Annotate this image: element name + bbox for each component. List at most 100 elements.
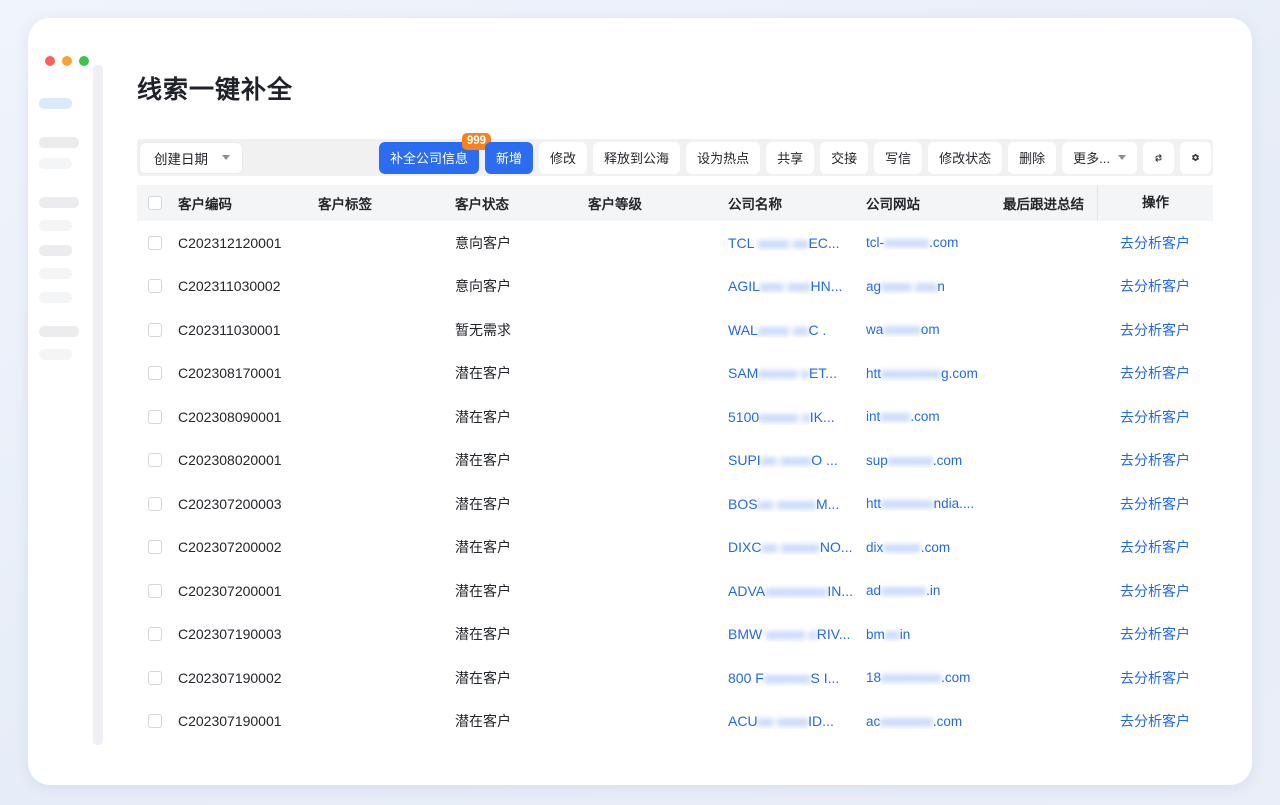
company-name-link[interactable]: AGILooo oooHN... xyxy=(728,278,866,294)
visible-text: BOS xyxy=(728,496,758,512)
company-website-link[interactable]: waoooooom xyxy=(866,322,1003,337)
company-website-link[interactable]: 18oooooooo.com xyxy=(866,670,1003,685)
action-cell: 去分析客户 xyxy=(1097,233,1213,253)
customer-code: C202311030002 xyxy=(178,278,318,294)
redacted-text: ooooo o xyxy=(766,626,817,642)
company-name-link[interactable]: ADVAooooooooIN... xyxy=(728,583,866,599)
minimize-window-button[interactable] xyxy=(62,56,72,66)
company-website-link[interactable]: tcl-oooooo.com xyxy=(866,235,1003,250)
analyze-customer-link[interactable]: 去分析客户 xyxy=(1120,496,1190,512)
sidebar-item[interactable] xyxy=(39,197,79,208)
row-checkbox[interactable] xyxy=(148,714,162,728)
toolbar-button[interactable]: 修改 xyxy=(539,142,587,174)
customer-code: C202307200003 xyxy=(178,496,318,512)
analyze-customer-link[interactable]: 去分析客户 xyxy=(1120,452,1190,468)
visible-text: 800 F xyxy=(728,670,764,686)
company-website-link[interactable]: bmooin xyxy=(866,627,1003,642)
company-name-link[interactable]: BOSoo oooooM... xyxy=(728,496,866,512)
company-name-link[interactable]: DIXCoo oooooNO... xyxy=(728,539,866,555)
row-checkbox[interactable] xyxy=(148,366,162,380)
sidebar-item[interactable] xyxy=(39,245,72,256)
analyze-customer-link[interactable]: 去分析客户 xyxy=(1120,365,1190,381)
company-website-link[interactable]: httooooooondia.... xyxy=(866,496,1003,511)
company-website-link[interactable]: agoooo ooon xyxy=(866,279,1003,294)
row-checkbox[interactable] xyxy=(148,540,162,554)
company-website-link[interactable]: httoooooooog.com xyxy=(866,366,1003,381)
complete-company-info-button[interactable]: 补全公司信息 999 xyxy=(379,142,479,174)
create-date-filter-dropdown[interactable]: 创建日期 xyxy=(139,142,243,174)
analyze-customer-link[interactable]: 去分析客户 xyxy=(1120,583,1190,599)
redacted-text: oooo ooo xyxy=(881,279,937,294)
select-all-checkbox[interactable] xyxy=(148,196,162,210)
row-checkbox[interactable] xyxy=(148,410,162,424)
company-website-link[interactable]: adoooooo.in xyxy=(866,583,1003,598)
visible-text: g.com xyxy=(941,366,978,381)
company-name-link[interactable]: 800 FooooooS I... xyxy=(728,670,866,686)
row-checkbox[interactable] xyxy=(148,584,162,598)
row-checkbox[interactable] xyxy=(148,236,162,250)
toolbar-button[interactable]: 删除 xyxy=(1008,142,1056,174)
row-checkbox[interactable] xyxy=(148,671,162,685)
company-name-link[interactable]: 5100ooooo oIK... xyxy=(728,409,866,425)
sync-icon-button[interactable] xyxy=(1143,142,1174,174)
complete-company-info-label: 补全公司信息 xyxy=(390,151,468,166)
row-checkbox[interactable] xyxy=(148,627,162,641)
toolbar-button[interactable]: 写信 xyxy=(874,142,922,174)
close-window-button[interactable] xyxy=(45,56,55,66)
toolbar-button[interactable]: 共享 xyxy=(766,142,814,174)
table-row: C202311030001暂无需求WALoooo ooC .waoooooom去… xyxy=(137,308,1213,352)
sidebar-item[interactable] xyxy=(39,326,79,337)
company-name-link[interactable]: BMW ooooo oRIV... xyxy=(728,626,866,642)
company-website-link[interactable]: supoooooo.com xyxy=(866,453,1003,468)
row-checkbox[interactable] xyxy=(148,323,162,337)
toolbar-button[interactable]: 释放到公海 xyxy=(593,142,680,174)
add-new-button[interactable]: 新增 xyxy=(485,142,533,174)
analyze-customer-link[interactable]: 去分析客户 xyxy=(1120,539,1190,555)
visible-text: SUPI xyxy=(728,452,761,468)
analyze-customer-link[interactable]: 去分析客户 xyxy=(1120,322,1190,338)
visible-text: .com xyxy=(941,670,970,685)
row-checkbox[interactable] xyxy=(148,279,162,293)
sidebar-item[interactable] xyxy=(39,158,72,169)
company-name-link[interactable]: SAMooooo oET... xyxy=(728,365,866,381)
analyze-customer-link[interactable]: 去分析客户 xyxy=(1120,278,1190,294)
row-checkbox[interactable] xyxy=(148,453,162,467)
analyze-customer-link[interactable]: 去分析客户 xyxy=(1120,235,1190,251)
company-name-link[interactable]: ACUoo ooooID... xyxy=(728,713,866,729)
visible-text: ndia.... xyxy=(934,496,975,511)
toolbar-button[interactable]: 修改状态 xyxy=(928,142,1002,174)
analyze-customer-link[interactable]: 去分析客户 xyxy=(1120,713,1190,729)
company-website-link[interactable]: acooooooo.com xyxy=(866,714,1003,729)
redacted-text: oooo oo xyxy=(758,235,809,251)
sidebar-item[interactable] xyxy=(39,349,72,360)
redacted-text: oooooooo xyxy=(765,583,827,599)
sidebar-divider xyxy=(93,65,103,745)
company-name-link[interactable]: TCL oooo ooEC... xyxy=(728,235,866,251)
sidebar-item[interactable] xyxy=(39,220,72,231)
toolbar-button[interactable]: 交接 xyxy=(820,142,868,174)
company-website-link[interactable]: dixooooo.com xyxy=(866,540,1003,555)
visible-text: om xyxy=(921,322,940,337)
action-cell: 去分析客户 xyxy=(1097,668,1213,688)
column-header-company-website: 公司网站 xyxy=(866,193,1003,213)
table-row: C202311030002意向客户AGILooo oooHN...agoooo … xyxy=(137,265,1213,309)
analyze-customer-link[interactable]: 去分析客户 xyxy=(1120,409,1190,425)
row-checkbox[interactable] xyxy=(148,497,162,511)
redacted-text: oooo xyxy=(880,409,910,424)
redacted-text: oooooo xyxy=(881,583,926,598)
company-website-link[interactable]: intoooo.com xyxy=(866,409,1003,424)
toolbar-button[interactable]: 设为热点 xyxy=(686,142,760,174)
sidebar-item[interactable] xyxy=(39,268,72,279)
visible-text: C . xyxy=(808,322,826,338)
sidebar-item-active[interactable] xyxy=(39,98,72,109)
maximize-window-button[interactable] xyxy=(79,56,89,66)
company-name-link[interactable]: SUPIoo ooooO ... xyxy=(728,452,866,468)
sidebar-item[interactable] xyxy=(39,292,72,303)
sidebar-item[interactable] xyxy=(39,137,79,148)
more-button-label: 更多... xyxy=(1073,148,1110,167)
company-name-link[interactable]: WALoooo ooC . xyxy=(728,322,866,338)
analyze-customer-link[interactable]: 去分析客户 xyxy=(1120,626,1190,642)
analyze-customer-link[interactable]: 去分析客户 xyxy=(1120,670,1190,686)
more-button[interactable]: 更多... xyxy=(1062,142,1137,174)
settings-icon-button[interactable] xyxy=(1180,142,1211,174)
